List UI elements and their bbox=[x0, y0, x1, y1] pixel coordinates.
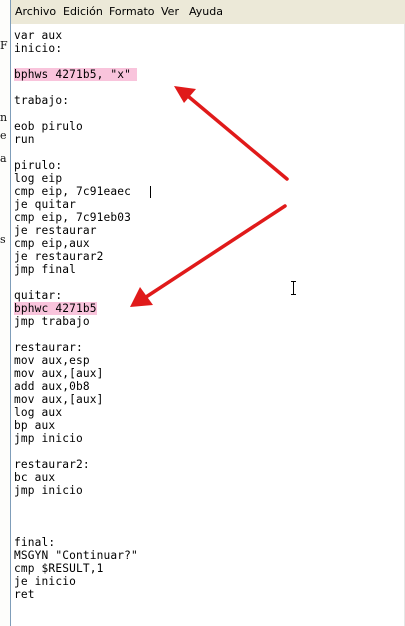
code-line: mov aux,esp bbox=[14, 354, 90, 367]
code-line: je quitar bbox=[14, 198, 76, 211]
code-line: bc aux bbox=[14, 471, 56, 484]
code-line: je restaurar bbox=[14, 224, 97, 237]
code-line: jmp inicio bbox=[14, 484, 83, 497]
code-line: jmp inicio bbox=[14, 432, 83, 445]
code-line: bphws 4271b5, "x" bbox=[14, 68, 138, 81]
highlighted-code: bphwc 4271b5 bbox=[14, 302, 97, 315]
code-line: pirulo: bbox=[14, 159, 63, 172]
background-text-fragment: a bbox=[0, 153, 7, 165]
background-text-fragment: F bbox=[0, 40, 8, 52]
code-line: bp aux bbox=[14, 419, 56, 432]
menu-ver[interactable]: Ver bbox=[161, 5, 179, 18]
code-line: bphwc 4271b5 bbox=[14, 302, 97, 315]
code-line: mov aux,[aux] bbox=[14, 367, 104, 380]
text-editor[interactable]: var aux inicio: bphws 4271b5, "x" trabajo: e… bbox=[11, 24, 405, 626]
code-line: restaurar: bbox=[14, 341, 83, 354]
text-caret bbox=[150, 186, 151, 198]
background-text-fragment: n bbox=[0, 112, 8, 124]
highlighted-code: bphws 4271b5, "x" bbox=[14, 68, 138, 81]
code-line: je inicio bbox=[14, 575, 76, 588]
text-cursor-icon bbox=[291, 281, 296, 295]
code-line: MSGYN "Continuar?" bbox=[14, 549, 138, 562]
code-line: quitar: bbox=[14, 289, 63, 302]
code-line: add aux,0b8 bbox=[14, 380, 90, 393]
code-line: restaurar2: bbox=[14, 458, 90, 471]
code-line: jmp trabajo bbox=[14, 315, 90, 328]
code-line: cmp eip, 7c91eaec bbox=[14, 185, 132, 198]
code-line: mov aux,[aux] bbox=[14, 393, 104, 406]
menu-edicion[interactable]: Edición bbox=[63, 5, 103, 18]
code-line: cmp eip, 7c91eb03 bbox=[14, 211, 132, 224]
background-text-fragment: s bbox=[0, 234, 6, 246]
code-line: var aux bbox=[14, 29, 63, 42]
menu-bar: Archivo Edición Formato Ver Ayuda bbox=[11, 0, 405, 25]
code-line: je restaurar2 bbox=[14, 250, 104, 263]
code-line: jmp final bbox=[14, 263, 76, 276]
code-line: log eip bbox=[14, 172, 63, 185]
code-line: run bbox=[14, 133, 35, 146]
menu-formato[interactable]: Formato bbox=[109, 5, 155, 18]
code-line: final: bbox=[14, 536, 56, 549]
code-line: ret bbox=[14, 588, 35, 601]
code-line: inicio: bbox=[14, 42, 63, 55]
code-line: cmp $RESULT,1 bbox=[14, 562, 104, 575]
code-line: eob pirulo bbox=[14, 120, 83, 133]
notepad-window: Archivo Edición Formato Ver Ayuda var au… bbox=[10, 0, 405, 626]
background-text-fragment: e bbox=[0, 130, 7, 142]
code-line: cmp eip,aux bbox=[14, 237, 90, 250]
code-line: log aux bbox=[14, 406, 63, 419]
code-line: trabajo: bbox=[14, 94, 70, 107]
menu-archivo[interactable]: Archivo bbox=[15, 5, 56, 18]
menu-ayuda[interactable]: Ayuda bbox=[189, 5, 223, 18]
